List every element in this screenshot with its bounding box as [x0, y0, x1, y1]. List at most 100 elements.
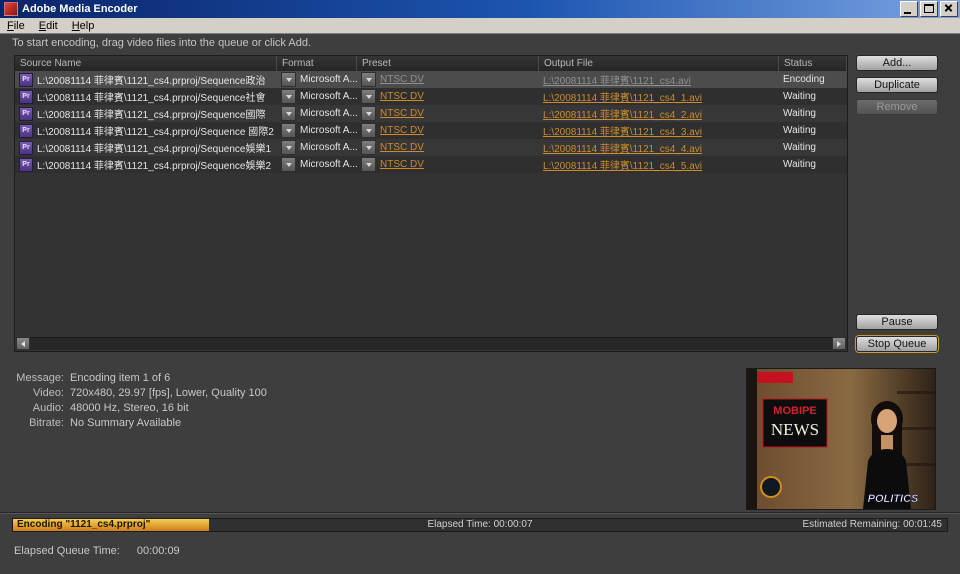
encode-queue-panel: Source Name Format Preset Output File St…	[14, 55, 848, 352]
channel-logo	[761, 477, 781, 497]
format-dropdown-icon[interactable]	[281, 72, 296, 87]
column-status: Status	[779, 56, 847, 71]
preset-dropdown-icon[interactable]	[361, 123, 376, 138]
menu-edit[interactable]: Edit	[32, 19, 65, 33]
message-label: Message:	[14, 372, 64, 384]
close-button[interactable]	[940, 1, 958, 17]
queue-row[interactable]: Pr L:\20081114 菲律賓\1121_cs4.prproj/Seque…	[15, 88, 847, 105]
preset-dropdown-icon[interactable]	[361, 140, 376, 155]
output-file-link[interactable]: L:\20081114 菲律賓\1121_cs4_1.avi	[543, 89, 702, 104]
scrollbar-track[interactable]	[30, 337, 832, 350]
red-tag	[757, 372, 793, 383]
video-label: Video:	[14, 387, 64, 399]
status-text: Waiting	[783, 125, 816, 136]
preset-link[interactable]: NTSC DV	[380, 159, 424, 170]
premiere-file-icon: Pr	[19, 141, 33, 155]
queue-row[interactable]: Pr L:\20081114 菲律賓\1121_cs4.prproj/Seque…	[15, 105, 847, 122]
remove-button[interactable]: Remove	[856, 99, 938, 115]
bitrate-label: Bitrate:	[14, 417, 64, 429]
output-file-link[interactable]: L:\20081114 菲律賓\1121_cs4_2.avi	[543, 106, 702, 121]
format-value[interactable]: Microsoft A...	[300, 125, 357, 136]
encoding-progress-bar: Encoding "1121_cs4.prproj" Elapsed Time:…	[12, 518, 948, 532]
queue-row[interactable]: Pr L:\20081114 菲律賓\1121_cs4.prproj/Seque…	[15, 122, 847, 139]
minimize-button[interactable]	[900, 1, 918, 17]
source-name: L:\20081114 菲律賓\1121_cs4.prproj/Sequence…	[37, 89, 265, 104]
source-name: L:\20081114 菲律賓\1121_cs4.prproj/Sequence…	[37, 140, 271, 155]
scroll-left-icon[interactable]	[16, 337, 30, 350]
menubar: File Edit Help	[0, 18, 960, 34]
output-file-link[interactable]: L:\20081114 菲律賓\1121_cs4.avi	[543, 72, 691, 87]
preset-link[interactable]: NTSC DV	[380, 108, 424, 119]
maximize-button[interactable]	[920, 1, 938, 17]
queue-time-status: Elapsed Queue Time: 00:00:09	[14, 545, 180, 557]
minimize-icon	[904, 12, 911, 14]
format-dropdown-icon[interactable]	[281, 106, 296, 121]
titlebar[interactable]: Adobe Media Encoder	[0, 0, 960, 18]
scroll-right-icon[interactable]	[832, 337, 846, 350]
divider	[0, 512, 960, 514]
output-file-link[interactable]: L:\20081114 菲律賓\1121_cs4_5.avi	[543, 157, 702, 172]
premiere-file-icon: Pr	[19, 90, 33, 104]
status-text: Waiting	[783, 91, 816, 102]
app-icon	[4, 2, 18, 16]
source-name: L:\20081114 菲律賓\1121_cs4.prproj/Sequence…	[37, 157, 271, 172]
brand-top-text: MOBIPE	[773, 405, 816, 417]
queue-header: Source Name Format Preset Output File St…	[15, 56, 847, 71]
menu-file[interactable]: File	[0, 19, 32, 33]
preset-dropdown-icon[interactable]	[361, 106, 376, 121]
status-text: Encoding	[783, 74, 825, 85]
status-text: Waiting	[783, 142, 816, 153]
horizontal-scrollbar[interactable]	[16, 337, 846, 350]
premiere-file-icon: Pr	[19, 73, 33, 87]
preset-dropdown-icon[interactable]	[361, 157, 376, 172]
audio-value: 48000 Hz, Stereo, 16 bit	[70, 402, 267, 414]
menu-help[interactable]: Help	[65, 19, 102, 33]
duplicate-button[interactable]: Duplicate	[856, 77, 938, 93]
column-source-name: Source Name	[15, 56, 277, 71]
instruction-text: To start encoding, drag video files into…	[12, 37, 311, 49]
queue-row[interactable]: Pr L:\20081114 菲律賓\1121_cs4.prproj/Seque…	[15, 139, 847, 156]
source-name: L:\20081114 菲律賓\1121_cs4.prproj/Sequence…	[37, 72, 265, 87]
format-value[interactable]: Microsoft A...	[300, 142, 357, 153]
audio-label: Audio:	[14, 402, 64, 414]
estimated-remaining: Estimated Remaining: 00:01:45	[802, 519, 942, 531]
brand-text: NEWS	[771, 420, 819, 439]
maximize-icon	[924, 4, 934, 13]
bitrate-value: No Summary Available	[70, 417, 267, 429]
queue-row[interactable]: Pr L:\20081114 菲律賓\1121_cs4.prproj/Seque…	[15, 156, 847, 173]
preset-dropdown-icon[interactable]	[361, 72, 376, 87]
preview-image: MOBIPE NEWS POLITICS	[747, 369, 935, 509]
preset-link[interactable]: NTSC DV	[380, 142, 424, 153]
format-dropdown-icon[interactable]	[281, 140, 296, 155]
output-file-link[interactable]: L:\20081114 菲律賓\1121_cs4_3.avi	[543, 123, 702, 138]
format-dropdown-icon[interactable]	[281, 89, 296, 104]
output-file-link[interactable]: L:\20081114 菲律賓\1121_cs4_4.avi	[543, 140, 702, 155]
format-value[interactable]: Microsoft A...	[300, 91, 357, 102]
source-name: L:\20081114 菲律賓\1121_cs4.prproj/Sequence…	[37, 106, 265, 121]
format-value[interactable]: Microsoft A...	[300, 74, 357, 85]
video-value: 720x480, 29.97 [fps], Lower, Quality 100	[70, 387, 267, 399]
format-value[interactable]: Microsoft A...	[300, 108, 357, 119]
preset-dropdown-icon[interactable]	[361, 89, 376, 104]
format-dropdown-icon[interactable]	[281, 123, 296, 138]
presenter-face	[877, 409, 897, 433]
format-dropdown-icon[interactable]	[281, 157, 296, 172]
add-button[interactable]: Add...	[856, 55, 938, 71]
preset-link[interactable]: NTSC DV	[380, 125, 424, 136]
pause-button[interactable]: Pause	[856, 314, 938, 330]
queue-time-label: Elapsed Queue Time:	[14, 545, 120, 557]
source-name: L:\20081114 菲律賓\1121_cs4.prproj/Sequence…	[37, 123, 274, 138]
format-value[interactable]: Microsoft A...	[300, 159, 357, 170]
preset-link[interactable]: NTSC DV	[380, 91, 424, 102]
column-format: Format	[277, 56, 357, 71]
politics-banner: POLITICS	[868, 493, 919, 505]
stop-queue-button[interactable]: Stop Queue	[856, 336, 938, 352]
queue-time-value: 00:00:09	[137, 545, 180, 557]
queue-row[interactable]: Pr L:\20081114 菲律賓\1121_cs4.prproj/Seque…	[15, 71, 847, 88]
encode-preview-thumbnail: MOBIPE NEWS POLITICS	[746, 368, 936, 510]
preset-link[interactable]: NTSC DV	[380, 74, 424, 85]
adobe-media-encoder-window: Adobe Media Encoder File Edit Help To st…	[0, 0, 960, 574]
status-text: Waiting	[783, 159, 816, 170]
message-value: Encoding item 1 of 6	[70, 372, 267, 384]
premiere-file-icon: Pr	[19, 158, 33, 172]
